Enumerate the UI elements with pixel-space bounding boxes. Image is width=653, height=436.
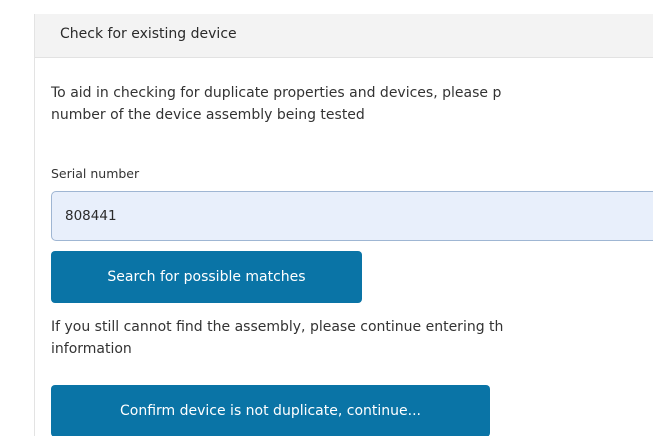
serial-number-input[interactable]: [51, 191, 653, 241]
panel-header: Check for existing device: [35, 14, 653, 58]
search-matches-button[interactable]: Search for possible matches: [51, 251, 362, 303]
intro-text-line-2: number of the device assembly being test…: [51, 107, 365, 123]
continue-text-line-1: If you still cannot find the assembly, p…: [51, 319, 504, 335]
continue-instructions-text: If you still cannot find the assembly, p…: [51, 316, 503, 360]
intro-text: To aid in checking for duplicate propert…: [51, 82, 501, 126]
confirm-not-duplicate-button[interactable]: Confirm device is not duplicate, continu…: [51, 385, 490, 436]
continue-text-line-2: information: [51, 341, 132, 357]
panel-title: Check for existing device: [60, 26, 237, 42]
intro-text-line-1: To aid in checking for duplicate propert…: [51, 85, 502, 101]
check-existing-device-panel: Check for existing device To aid in chec…: [34, 14, 653, 436]
serial-number-label: Serial number: [51, 166, 140, 181]
